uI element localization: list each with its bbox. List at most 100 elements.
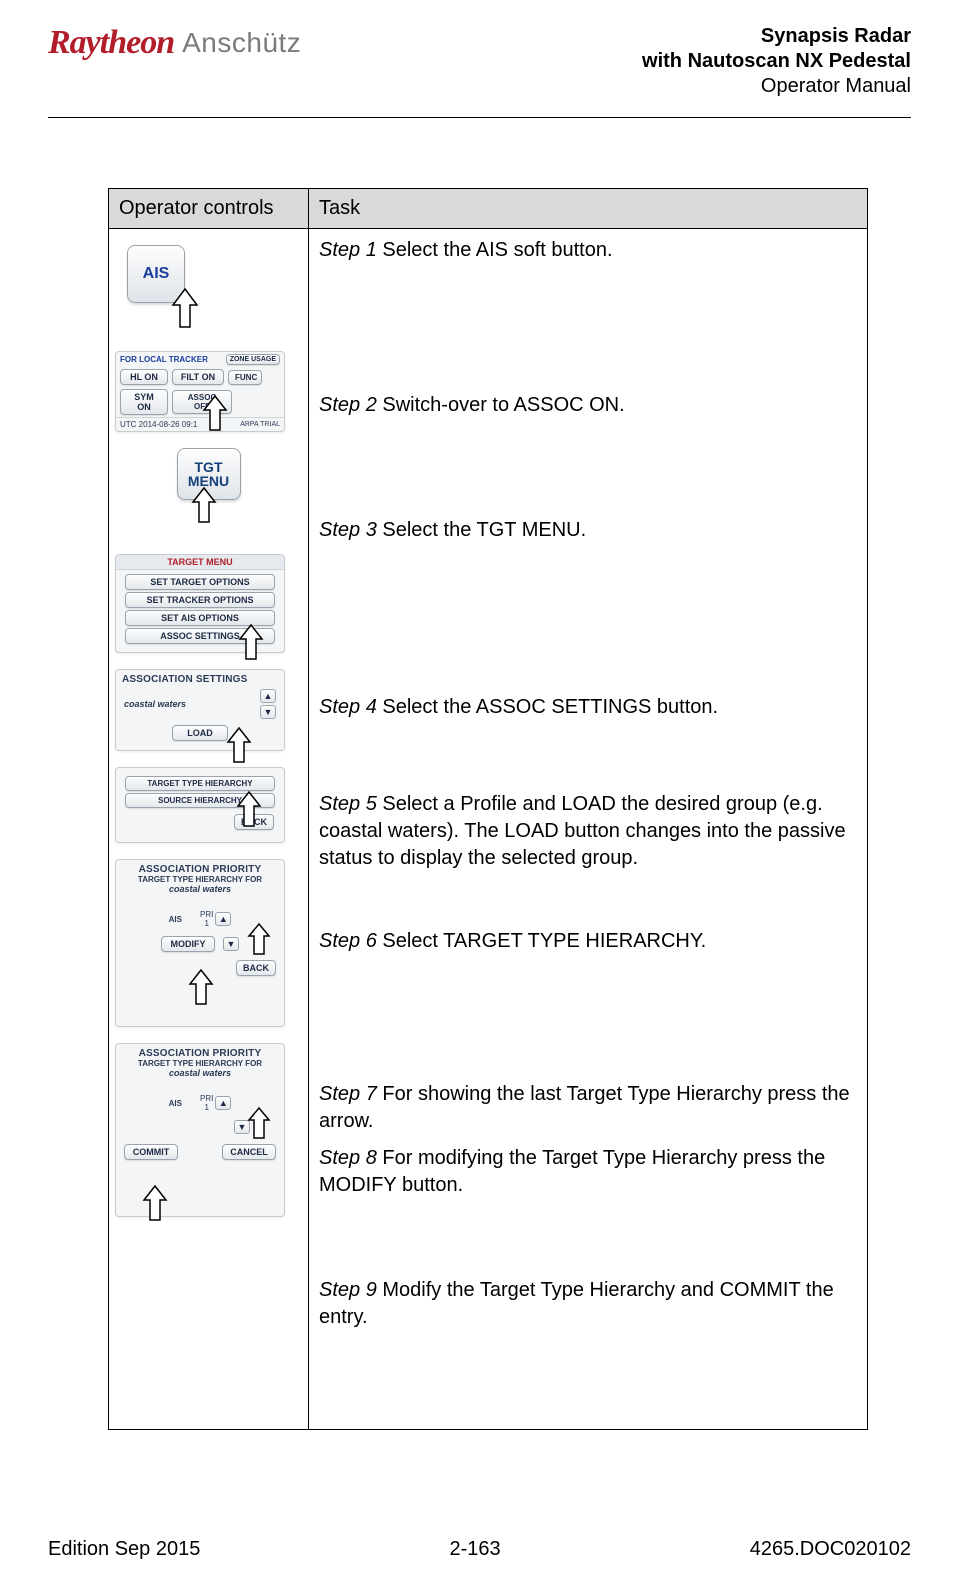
logo-raytheon: Raytheon [48, 24, 174, 62]
step-2: Step 2 Switch-over to ASSOC ON. [319, 392, 857, 419]
tgt-menu-label: TGT MENU [178, 460, 240, 488]
step-5: Step 5 Select a Profile and LOAD the des… [319, 791, 857, 872]
profile-up-button[interactable]: ▲ [260, 689, 276, 703]
pointer-arrow-icon [138, 1184, 172, 1224]
header-title-block: Synapsis Radar with Nautoscan NX Pedesta… [642, 24, 911, 99]
load-button[interactable]: LOAD [172, 725, 228, 741]
tth-for-label: TARGET TYPE HIERARCHY FOR [116, 875, 284, 884]
step-7-text: For showing the last Target Type Hierarc… [319, 1083, 850, 1132]
step-4-text: Select the ASSOC SETTINGS button. [377, 696, 718, 718]
profile-subtitle: coastal waters [116, 884, 284, 894]
col-header-operator-controls: Operator controls [109, 189, 309, 229]
set-tracker-options-button[interactable]: SET TRACKER OPTIONS [125, 592, 275, 608]
commit-button[interactable]: COMMIT [124, 1144, 178, 1160]
step-6: Step 6 Select TARGET TYPE HIERARCHY. [319, 928, 857, 955]
priority-down-button[interactable]: ▼ [223, 937, 239, 951]
pointer-arrow-icon [234, 623, 268, 663]
step-6-label: Step 6 [319, 930, 377, 952]
pointer-arrow-icon [184, 968, 218, 1008]
step-4: Step 4 Select the ASSOC SETTINGS button. [319, 694, 857, 721]
pointer-arrow-icon [187, 486, 221, 526]
content-area: Operator controls Task AIS [48, 118, 911, 1430]
pointer-arrow-icon [198, 394, 232, 434]
arpa-trial-label: ARPA TRIAL [240, 421, 280, 428]
pointer-arrow-icon [244, 1106, 274, 1142]
step-9-text: Modify the Target Type Hierarchy and COM… [319, 1279, 834, 1328]
association-priority-commit-panel: ASSOCIATION PRIORITY TARGET TYPE HIERARC… [115, 1043, 285, 1217]
page-footer: Edition Sep 2015 2-163 4265.DOC020102 [0, 1537, 959, 1561]
hl-on-button[interactable]: HL ON [120, 369, 168, 385]
step-7-label: Step 7 [319, 1083, 377, 1105]
target-type-hierarchy-button[interactable]: TARGET TYPE HIERARCHY [125, 776, 275, 791]
pointer-arrow-icon [232, 790, 266, 830]
step-3: Step 3 Select the TGT MENU. [319, 517, 857, 544]
zone-usage-button[interactable]: ZONE USAGE [226, 354, 280, 365]
page: Raytheon Anschütz Synapsis Radar with Na… [0, 0, 959, 1430]
tgt-menu-figure: TGT MENU [115, 448, 302, 538]
pointer-arrow-icon [244, 922, 274, 958]
priority-up-button[interactable]: ▲ [215, 1096, 231, 1110]
priority-label: PRI [200, 1094, 213, 1103]
ais-label: AIS [169, 1099, 182, 1108]
step-5-label: Step 5 [319, 793, 377, 815]
header-line1: Synapsis Radar [642, 24, 911, 49]
func-button[interactable]: FUNC [228, 370, 262, 385]
step-2-label: Step 2 [319, 394, 377, 416]
step-9: Step 9 Modify the Target Type Hierarchy … [319, 1277, 857, 1331]
priority-value: 1 [204, 919, 208, 928]
step-1-text: Select the AIS soft button. [377, 239, 613, 261]
local-tracker-panel: FOR LOCAL TRACKER ZONE USAGE HL ON FILT … [115, 351, 285, 432]
step-3-label: Step 3 [319, 519, 377, 541]
assoc-priority-title: ASSOCIATION PRIORITY [116, 860, 284, 875]
assoc-settings-title: ASSOCIATION SETTINGS [116, 670, 284, 685]
profile-down-button[interactable]: ▼ [260, 705, 276, 719]
step-3-text: Select the TGT MENU. [377, 519, 586, 541]
profile-subtitle: coastal waters [116, 1068, 284, 1078]
header-line3: Operator Manual [642, 74, 911, 99]
local-tracker-label: FOR LOCAL TRACKER [120, 355, 208, 364]
step-2-text: Switch-over to ASSOC ON. [377, 394, 625, 416]
tth-for-label: TARGET TYPE HIERARCHY FOR [116, 1059, 284, 1068]
step-1-label: Step 1 [319, 239, 377, 261]
profile-name-label: coastal waters [124, 699, 186, 709]
sym-on-button[interactable]: SYM ON [120, 389, 168, 415]
footer-edition: Edition Sep 2015 [48, 1538, 200, 1561]
step-4-label: Step 4 [319, 696, 377, 718]
logo: Raytheon Anschütz [48, 24, 301, 62]
priority-up-button[interactable]: ▲ [215, 912, 231, 926]
ais-soft-button-figure: AIS [115, 245, 302, 335]
operator-controls-cell: AIS FOR LOCAL TRACKER ZONE USAGE [109, 229, 309, 1430]
modify-button[interactable]: MODIFY [161, 936, 215, 952]
cancel-button[interactable]: CANCEL [222, 1144, 276, 1160]
step-6-text: Select TARGET TYPE HIERARCHY. [377, 930, 706, 952]
step-8-label: Step 8 [319, 1147, 377, 1169]
step-8: Step 8 For modifying the Target Type Hie… [319, 1145, 857, 1153]
step-5-text: Select a Profile and LOAD the desired gr… [319, 793, 846, 869]
footer-doc-id: 4265.DOC020102 [750, 1538, 911, 1561]
step-9-label: Step 9 [319, 1279, 377, 1301]
step-1: Step 1 Select the AIS soft button. [319, 237, 857, 264]
assoc-priority-title: ASSOCIATION PRIORITY [116, 1044, 284, 1059]
col-header-task: Task [309, 189, 868, 229]
back-button[interactable]: BACK [236, 960, 276, 976]
target-menu-panel: TARGET MENU SET TARGET OPTIONS SET TRACK… [115, 554, 285, 653]
priority-value: 1 [204, 1103, 208, 1112]
ais-label: AIS [169, 915, 182, 924]
utc-label: UTC 2014-08-26 09:1 [120, 420, 197, 429]
priority-label: PRI [200, 910, 213, 919]
pointer-arrow-icon [222, 726, 256, 766]
association-priority-modify-panel: ASSOCIATION PRIORITY TARGET TYPE HIERARC… [115, 859, 285, 1027]
hierarchy-selector-panel: TARGET TYPE HIERARCHY SOURCE HIERARCHY B… [115, 767, 285, 843]
steps-table: Operator controls Task AIS [108, 188, 868, 1430]
logo-anschutz: Anschütz [182, 27, 301, 59]
header-line2: with Nautoscan NX Pedestal [642, 49, 911, 74]
step-8-text: For modifying the Target Type Hierarchy … [319, 1147, 825, 1196]
step-7: Step 7 For showing the last Target Type … [319, 1081, 857, 1135]
pointer-arrow-icon [165, 287, 205, 331]
filt-on-button[interactable]: FILT ON [172, 369, 224, 385]
footer-page-number: 2-163 [449, 1538, 500, 1561]
target-menu-title: TARGET MENU [116, 555, 284, 570]
page-header: Raytheon Anschütz Synapsis Radar with Na… [48, 24, 911, 99]
association-settings-panel: ASSOCIATION SETTINGS coastal waters ▲ ▼ … [115, 669, 285, 751]
set-target-options-button[interactable]: SET TARGET OPTIONS [125, 574, 275, 590]
